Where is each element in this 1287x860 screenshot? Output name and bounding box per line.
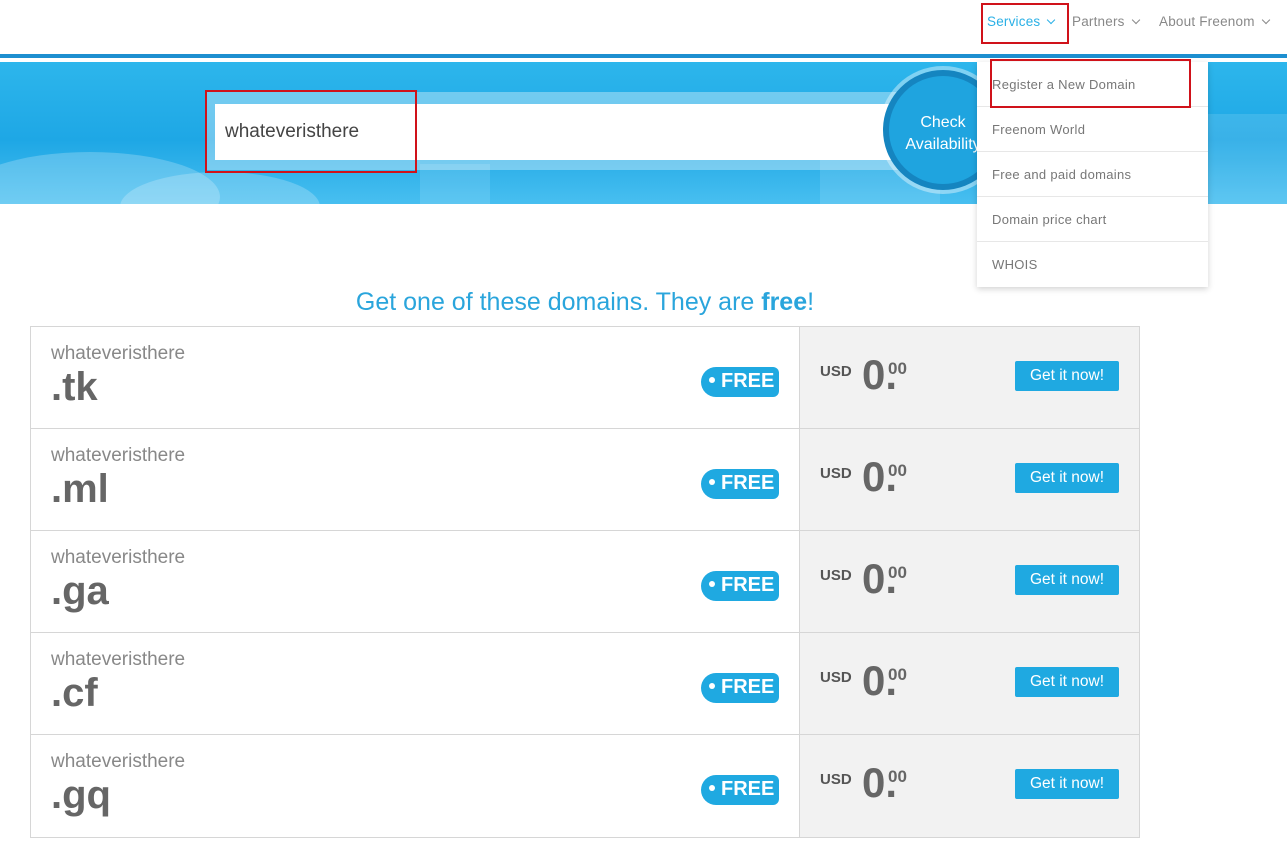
domain-name: whateveristhere xyxy=(51,445,186,466)
domain-info-cell: whateveristhere .tk FREE xyxy=(31,327,800,428)
price-cell: USD 0. 00 Get it now! xyxy=(800,633,1139,734)
free-badge: FREE xyxy=(701,571,779,601)
dot-icon xyxy=(709,478,715,485)
free-badge-label: FREE xyxy=(721,574,775,596)
headline-text: Get one of these domains. They are xyxy=(355,288,762,316)
domain-name: whateveristhere xyxy=(51,649,186,670)
get-it-now-button[interactable]: Get it now! xyxy=(1015,769,1119,799)
domain-info-cell: whateveristhere .ml FREE xyxy=(31,429,800,530)
domain-row: whateveristhere .ml FREE USD 0. 00 Get i… xyxy=(31,429,1139,531)
get-it-now-button[interactable]: Get it now! xyxy=(1015,361,1119,391)
domain-row: whateveristhere .cf FREE USD 0. 00 Get i… xyxy=(31,633,1139,735)
domain-results-table: whateveristhere .tk FREE USD 0. 00 Get i… xyxy=(30,326,1140,838)
free-badge: FREE xyxy=(701,367,779,397)
price-cents: 00 xyxy=(888,665,907,684)
get-it-now-button[interactable]: Get it now! xyxy=(1015,463,1119,493)
domain-row: whateveristhere .ga FREE USD 0. 00 Get i… xyxy=(31,531,1139,633)
domain-name: whateveristhere xyxy=(51,751,186,772)
dot-icon xyxy=(709,376,715,383)
headline-exclaim: ! xyxy=(807,288,815,316)
domain-info-cell: whateveristhere .gq FREE xyxy=(31,735,800,837)
menu-item-whois[interactable]: WHOIS xyxy=(977,242,1208,287)
price-cents: 00 xyxy=(888,767,907,786)
price-currency: USD xyxy=(820,465,852,482)
nav-about[interactable]: About Freenom xyxy=(1159,14,1270,29)
domain-name: whateveristhere xyxy=(51,547,186,568)
dot-icon xyxy=(709,682,715,689)
headline-free: free xyxy=(761,288,808,316)
nav-services[interactable]: Services xyxy=(987,14,1056,29)
top-navigation: Services Partners About Freenom xyxy=(0,0,1287,58)
nav-partners-label: Partners xyxy=(1072,14,1125,29)
menu-item-freenom-world[interactable]: Freenom World xyxy=(977,107,1208,152)
dot-icon xyxy=(709,784,715,791)
price-currency: USD xyxy=(820,771,852,788)
menu-item-register-domain[interactable]: Register a New Domain xyxy=(977,62,1208,107)
nav-services-label: Services xyxy=(987,14,1041,29)
free-badge-label: FREE xyxy=(721,778,775,800)
domain-row: whateveristhere .gq FREE USD 0. 00 Get i… xyxy=(31,735,1139,837)
price-currency: USD xyxy=(820,567,852,584)
price-cents: 00 xyxy=(888,461,907,480)
page-headline: Get one of these domains. They are free! xyxy=(0,288,1170,317)
price-cell: USD 0. 00 Get it now! xyxy=(800,531,1139,632)
domain-info-cell: whateveristhere .ga FREE xyxy=(31,531,800,632)
chevron-down-icon xyxy=(1131,15,1140,24)
free-badge: FREE xyxy=(701,469,779,499)
price-cell: USD 0. 00 Get it now! xyxy=(800,327,1139,428)
domain-search-input[interactable] xyxy=(215,104,915,160)
domain-name: whateveristhere xyxy=(51,343,186,364)
menu-item-price-chart[interactable]: Domain price chart xyxy=(977,197,1208,242)
domain-tld: .ga xyxy=(51,569,109,613)
price-cell: USD 0. 00 Get it now! xyxy=(800,429,1139,530)
free-badge: FREE xyxy=(701,673,779,703)
free-badge: FREE xyxy=(701,775,779,805)
price-currency: USD xyxy=(820,363,852,380)
price-cell: USD 0. 00 Get it now! xyxy=(800,735,1139,837)
free-badge-label: FREE xyxy=(721,370,775,392)
domain-info-cell: whateveristhere .cf FREE xyxy=(31,633,800,734)
domain-tld: .ml xyxy=(51,467,109,511)
free-badge-label: FREE xyxy=(721,676,775,698)
background-building xyxy=(420,164,490,204)
nav-partners[interactable]: Partners xyxy=(1072,14,1140,29)
price-currency: USD xyxy=(820,669,852,686)
domain-row: whateveristhere .tk FREE USD 0. 00 Get i… xyxy=(31,327,1139,429)
dot-icon xyxy=(709,580,715,587)
price-cents: 00 xyxy=(888,359,907,378)
domain-tld: .cf xyxy=(51,671,98,715)
nav-about-label: About Freenom xyxy=(1159,14,1255,29)
free-badge-label: FREE xyxy=(721,472,775,494)
domain-tld: .gq xyxy=(51,773,111,817)
domain-tld: .tk xyxy=(51,365,98,409)
menu-item-free-paid-domains[interactable]: Free and paid domains xyxy=(977,152,1208,197)
chevron-down-icon xyxy=(1261,15,1270,24)
chevron-down-icon xyxy=(1047,15,1056,24)
price-cents: 00 xyxy=(888,563,907,582)
background-building xyxy=(1200,114,1287,204)
get-it-now-button[interactable]: Get it now! xyxy=(1015,667,1119,697)
get-it-now-button[interactable]: Get it now! xyxy=(1015,565,1119,595)
services-dropdown-menu: Register a New Domain Freenom World Free… xyxy=(977,62,1208,287)
